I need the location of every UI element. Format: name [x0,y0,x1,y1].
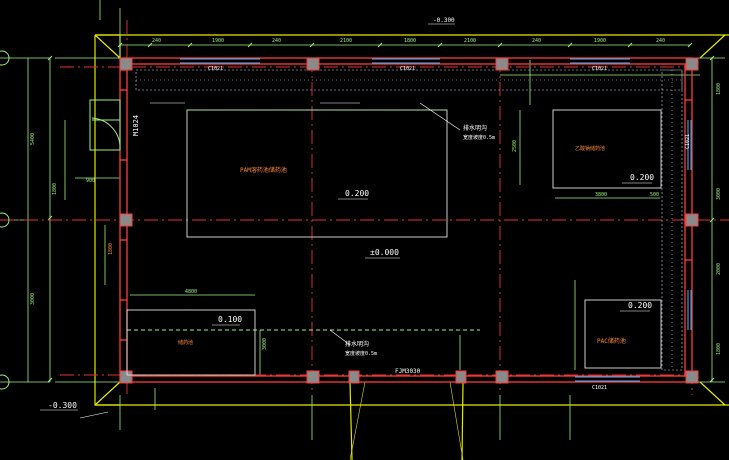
dim-left-3: 1800 [52,183,58,195]
tank-pac [584,299,662,369]
level-center: ±0.000 [370,248,399,257]
level-tank-right-top: 0.200 [630,173,654,182]
dim-top-3: 240 [272,38,281,44]
dim-right-1: 1800 [716,83,722,95]
columns [119,57,699,384]
dim-top-7: 240 [532,38,541,44]
dim-inner-1: 4800 [185,289,197,295]
window-top-3-label: C1021 [592,66,607,72]
level-tank-right-bottom: 0.200 [628,301,652,310]
floor-plan-drawing: -0.300 -0.300 ±0.000 0.200 0.200 0.200 0… [0,0,729,460]
window-right-side-label: C1021 [685,134,691,149]
level-tank-bottom-left: 0.100 [218,315,242,324]
dim-inner-5: 2500 [512,140,518,152]
trench-top-note: 排水明沟 [463,124,487,132]
dim-right-2: 3000 [716,188,722,200]
dim-inner-4: 3000 [262,338,268,350]
window-bottom-right-label: C1021 [592,385,607,391]
room-right-top-label: 乙酸钠储药池 [575,145,605,152]
room-pam-label: PAM溶药池储药池 [240,166,287,174]
room-pac-label: PAC储药池 [597,337,626,345]
dim-top-2: 1900 [212,38,224,44]
column [306,370,320,384]
trench-bottom-note: 排水明沟 [345,340,369,348]
level-tank-left: 0.200 [345,189,369,198]
trench-bottom-subnote: 宽度坡度0.5m [345,350,377,357]
level-bottom-left: -0.300 [48,401,77,410]
door-bottom-label: FJM3030 [395,368,421,375]
dim-left-1: 5400 [30,133,36,145]
window-top-2-label: C1021 [400,66,415,72]
column [685,57,699,71]
column [119,57,133,71]
dim-top-5: 1800 [404,38,416,44]
building-outline [94,34,729,460]
column [685,370,699,384]
dimension-ticks [47,42,715,383]
window-top-1-label: C1021 [208,66,223,72]
dim-inner-3: 1800 [108,243,114,255]
column [119,213,133,227]
dim-inner-6: 500 [650,192,659,198]
dim-top-6: 2100 [464,38,476,44]
column [119,370,133,384]
dim-top-9: 240 [656,38,665,44]
dim-top-1: 240 [152,38,161,44]
door-left-label: M1024 [132,115,140,136]
column [348,370,360,384]
dim-right-3: 2000 [716,263,722,275]
column [306,57,320,71]
column [495,57,509,71]
level-top: -0.300 [433,17,455,24]
dim-left-4: 900 [86,178,95,184]
column [495,370,509,384]
text-layer: -0.300 -0.300 ±0.000 0.200 0.200 0.200 0… [30,17,722,411]
column [685,213,699,227]
room-bottom-left-label: 储药池 [178,339,193,346]
tank-pam [186,109,448,238]
dim-inner-2: 3800 [595,192,607,198]
dim-left-2: 3000 [30,293,36,305]
column [455,370,467,384]
trench-top-subnote: 宽度坡度0.5m [463,134,495,141]
dim-top-8: 1900 [594,38,606,44]
dim-top-4: 2100 [340,38,352,44]
dim-right-4: 1800 [716,343,722,355]
